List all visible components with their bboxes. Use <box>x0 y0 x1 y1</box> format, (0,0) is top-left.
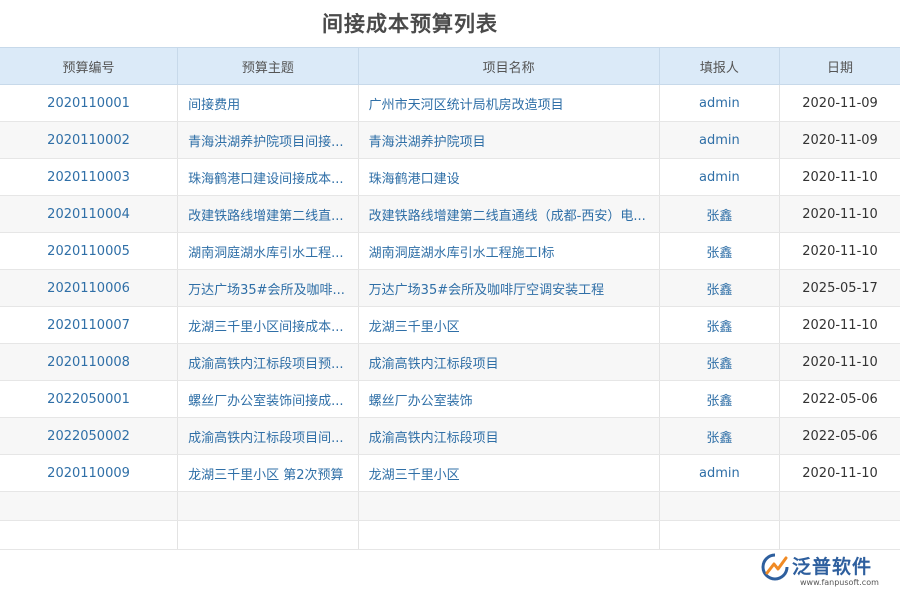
project-name-cell[interactable]: 螺丝厂办公室装饰 <box>358 381 659 418</box>
logo-url: www.fanpusoft.com <box>800 578 879 587</box>
empty-cell <box>0 492 178 521</box>
empty-cell <box>780 492 900 521</box>
empty-cell <box>358 521 659 550</box>
project-name-cell[interactable]: 龙湖三千里小区 <box>358 307 659 344</box>
table-row[interactable]: 2020110003珠海鹤港口建设间接成本...珠海鹤港口建设admin2020… <box>0 159 900 196</box>
project-name-cell[interactable]: 改建铁路线增建第二线直通线（成都-西安）电... <box>358 196 659 233</box>
budget-id-cell[interactable]: 2020110001 <box>0 85 178 122</box>
budget-id-cell[interactable]: 2020110008 <box>0 344 178 381</box>
budget-id-cell[interactable]: 2020110007 <box>0 307 178 344</box>
column-header-project-name[interactable]: 项目名称 <box>358 48 659 85</box>
date-cell: 2022-05-06 <box>780 381 900 418</box>
table-row[interactable]: 2020110006万达广场35#会所及咖啡...万达广场35#会所及咖啡厅空调… <box>0 270 900 307</box>
empty-cell <box>780 521 900 550</box>
column-header-date[interactable]: 日期 <box>780 48 900 85</box>
reporter-cell: 张鑫 <box>659 344 779 381</box>
table-row[interactable]: 2020110001间接费用广州市天河区统计局机房改造项目admin2020-1… <box>0 85 900 122</box>
project-name-cell[interactable]: 成渝高铁内江标段项目 <box>358 418 659 455</box>
date-cell: 2020-11-10 <box>780 344 900 381</box>
date-cell: 2020-11-10 <box>780 159 900 196</box>
budget-id-cell[interactable]: 2020110009 <box>0 455 178 492</box>
budget-subject-cell[interactable]: 改建铁路线增建第二线直... <box>178 196 359 233</box>
column-header-budget-subject[interactable]: 预算主题 <box>178 48 359 85</box>
empty-cell <box>178 492 359 521</box>
budget-id-cell[interactable]: 2022050001 <box>0 381 178 418</box>
budget-subject-cell[interactable]: 青海洪湖养护院项目间接... <box>178 122 359 159</box>
budget-subject-cell[interactable]: 龙湖三千里小区 第2次预算 <box>178 455 359 492</box>
project-name-cell[interactable]: 青海洪湖养护院项目 <box>358 122 659 159</box>
empty-row <box>0 521 900 550</box>
table-body: 2020110001间接费用广州市天河区统计局机房改造项目admin2020-1… <box>0 85 900 550</box>
date-cell: 2025-05-17 <box>780 270 900 307</box>
budget-subject-cell[interactable]: 成渝高铁内江标段项目预... <box>178 344 359 381</box>
budget-subject-cell[interactable]: 珠海鹤港口建设间接成本... <box>178 159 359 196</box>
table-row[interactable]: 2020110002青海洪湖养护院项目间接...青海洪湖养护院项目admin20… <box>0 122 900 159</box>
budget-id-cell[interactable]: 2020110002 <box>0 122 178 159</box>
project-name-cell[interactable]: 成渝高铁内江标段项目 <box>358 344 659 381</box>
reporter-cell: 张鑫 <box>659 307 779 344</box>
date-cell: 2022-05-06 <box>780 418 900 455</box>
date-cell: 2020-11-09 <box>780 85 900 122</box>
empty-cell <box>358 492 659 521</box>
project-name-cell[interactable]: 万达广场35#会所及咖啡厅空调安装工程 <box>358 270 659 307</box>
reporter-cell: 张鑫 <box>659 270 779 307</box>
budget-subject-cell[interactable]: 间接费用 <box>178 85 359 122</box>
reporter-cell: 张鑫 <box>659 418 779 455</box>
table-row[interactable]: 2022050002成渝高铁内江标段项目间...成渝高铁内江标段项目张鑫2022… <box>0 418 900 455</box>
brand-logo: 泛普软件 www.fanpusoft.com <box>760 550 888 594</box>
budget-subject-cell[interactable]: 万达广场35#会所及咖啡... <box>178 270 359 307</box>
budget-table: 预算编号 预算主题 项目名称 填报人 日期 2020110001间接费用广州市天… <box>0 47 900 550</box>
budget-id-cell[interactable]: 2020110006 <box>0 270 178 307</box>
table-row[interactable]: 2020110009龙湖三千里小区 第2次预算龙湖三千里小区admin2020-… <box>0 455 900 492</box>
table-header-row: 预算编号 预算主题 项目名称 填报人 日期 <box>0 48 900 85</box>
table-row[interactable]: 2020110004改建铁路线增建第二线直...改建铁路线增建第二线直通线（成都… <box>0 196 900 233</box>
date-cell: 2020-11-10 <box>780 455 900 492</box>
empty-cell <box>178 521 359 550</box>
budget-id-cell[interactable]: 2020110004 <box>0 196 178 233</box>
date-cell: 2020-11-10 <box>780 196 900 233</box>
project-name-cell[interactable]: 广州市天河区统计局机房改造项目 <box>358 85 659 122</box>
budget-subject-cell[interactable]: 龙湖三千里小区间接成本... <box>178 307 359 344</box>
budget-id-cell[interactable]: 2020110003 <box>0 159 178 196</box>
table-row[interactable]: 2022050001螺丝厂办公室装饰间接成...螺丝厂办公室装饰张鑫2022-0… <box>0 381 900 418</box>
project-name-cell[interactable]: 珠海鹤港口建设 <box>358 159 659 196</box>
empty-cell <box>0 521 178 550</box>
budget-subject-cell[interactable]: 成渝高铁内江标段项目间... <box>178 418 359 455</box>
reporter-cell: admin <box>659 455 779 492</box>
project-name-cell[interactable]: 湖南洞庭湖水库引水工程施工I标 <box>358 233 659 270</box>
empty-row <box>0 492 900 521</box>
empty-cell <box>659 521 779 550</box>
table-row[interactable]: 2020110007龙湖三千里小区间接成本...龙湖三千里小区张鑫2020-11… <box>0 307 900 344</box>
logo-name: 泛普软件 <box>792 552 872 579</box>
reporter-cell: admin <box>659 85 779 122</box>
budget-id-cell[interactable]: 2020110005 <box>0 233 178 270</box>
budget-subject-cell[interactable]: 湖南洞庭湖水库引水工程... <box>178 233 359 270</box>
date-cell: 2020-11-10 <box>780 233 900 270</box>
reporter-cell: admin <box>659 159 779 196</box>
column-header-reporter[interactable]: 填报人 <box>659 48 779 85</box>
date-cell: 2020-11-10 <box>780 307 900 344</box>
reporter-cell: admin <box>659 122 779 159</box>
project-name-cell[interactable]: 龙湖三千里小区 <box>358 455 659 492</box>
date-cell: 2020-11-09 <box>780 122 900 159</box>
empty-cell <box>659 492 779 521</box>
budget-subject-cell[interactable]: 螺丝厂办公室装饰间接成... <box>178 381 359 418</box>
logo-icon <box>760 552 790 582</box>
reporter-cell: 张鑫 <box>659 381 779 418</box>
reporter-cell: 张鑫 <box>659 233 779 270</box>
table-row[interactable]: 2020110005湖南洞庭湖水库引水工程...湖南洞庭湖水库引水工程施工I标张… <box>0 233 900 270</box>
table-row[interactable]: 2020110008成渝高铁内江标段项目预...成渝高铁内江标段项目张鑫2020… <box>0 344 900 381</box>
page-title: 间接成本预算列表 <box>0 8 820 38</box>
reporter-cell: 张鑫 <box>659 196 779 233</box>
column-header-budget-id[interactable]: 预算编号 <box>0 48 178 85</box>
budget-id-cell[interactable]: 2022050002 <box>0 418 178 455</box>
